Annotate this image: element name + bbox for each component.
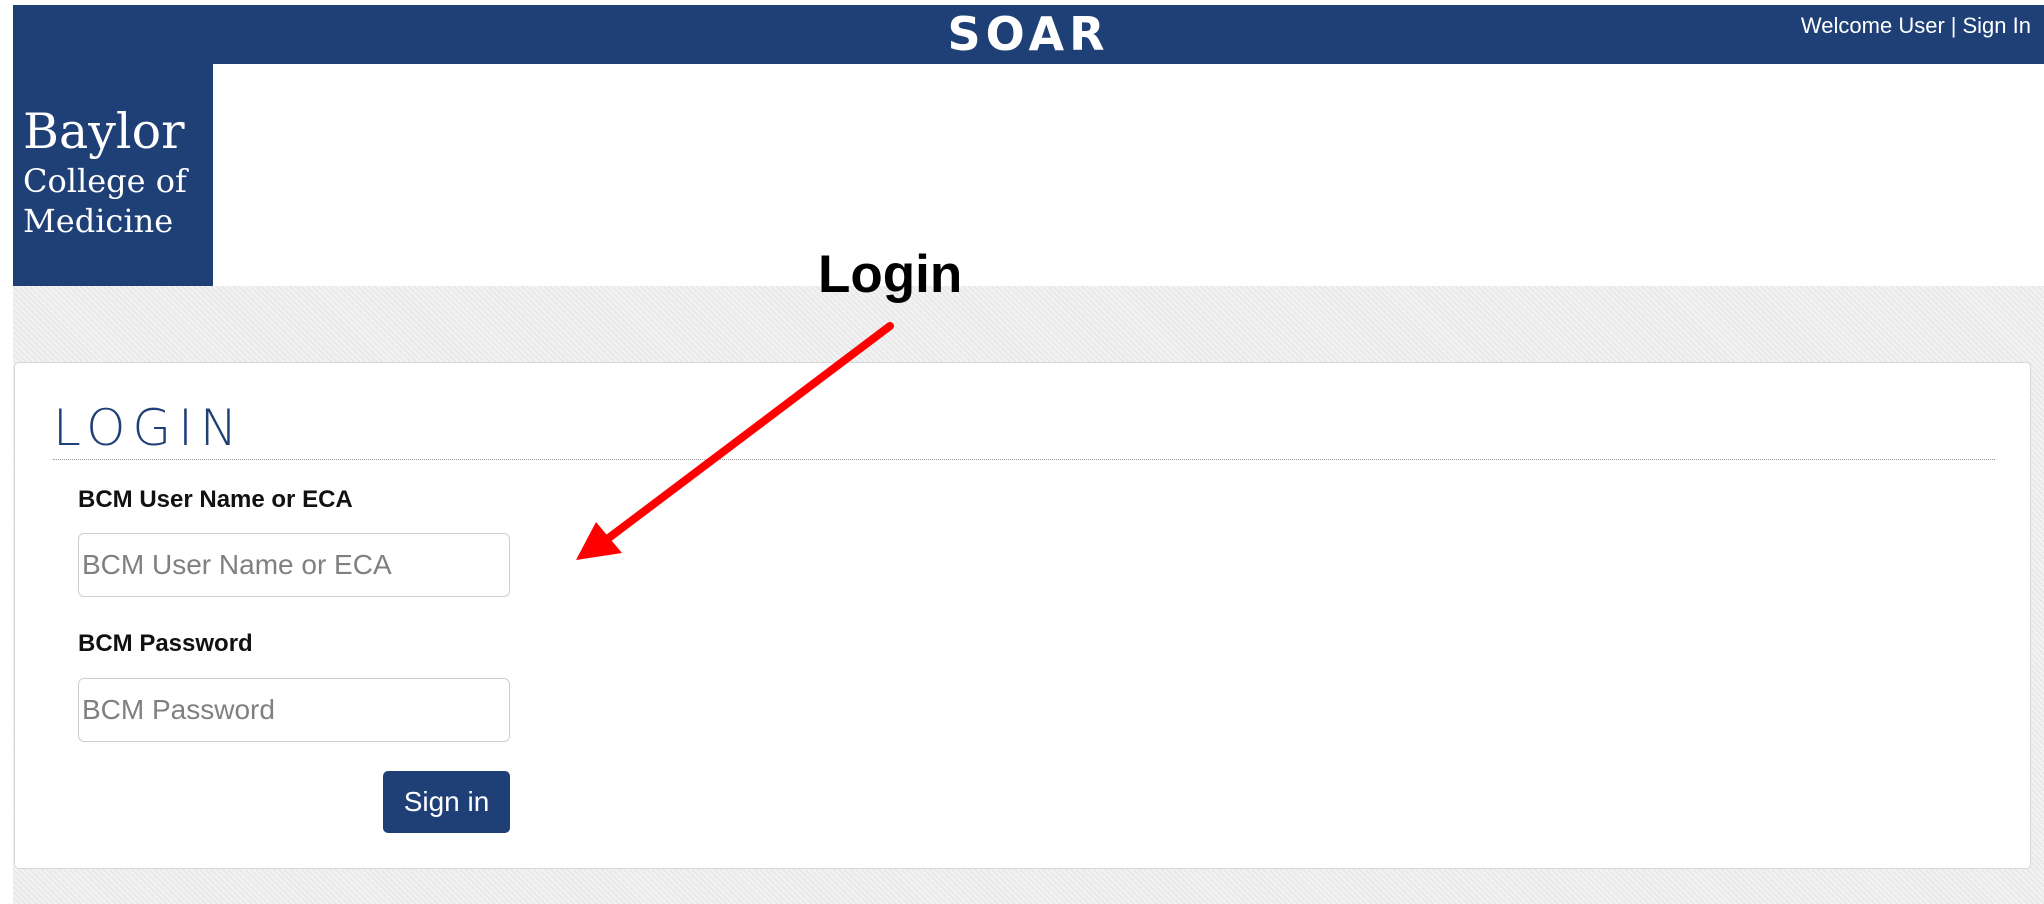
welcome-user-link[interactable]: Welcome User (1801, 13, 1945, 38)
login-heading: LOGIN (53, 399, 245, 457)
username-label: BCM User Name or ECA (78, 486, 353, 513)
sign-in-button[interactable]: Sign in (383, 771, 510, 833)
password-input[interactable] (78, 678, 510, 742)
logo-line-baylor: Baylor (23, 103, 185, 160)
logo-line-medicine: Medicine (23, 202, 174, 240)
password-label: BCM Password (78, 630, 253, 657)
user-links-separator: | (1950, 13, 1957, 38)
annotation-login-label: Login (818, 245, 963, 304)
top-header-bar: SOAR Welcome User | Sign In (13, 5, 2044, 64)
sign-in-link[interactable]: Sign In (1963, 13, 2032, 38)
app-title: SOAR (947, 7, 1110, 61)
user-links: Welcome User | Sign In (1801, 13, 2031, 39)
baylor-logo[interactable]: Baylor College of Medicine (13, 64, 213, 286)
username-input[interactable] (78, 533, 510, 597)
login-card: LOGIN BCM User Name or ECA BCM Password … (14, 362, 2031, 869)
heading-divider (53, 459, 1995, 460)
logo-line-college-of: College of (23, 162, 187, 200)
